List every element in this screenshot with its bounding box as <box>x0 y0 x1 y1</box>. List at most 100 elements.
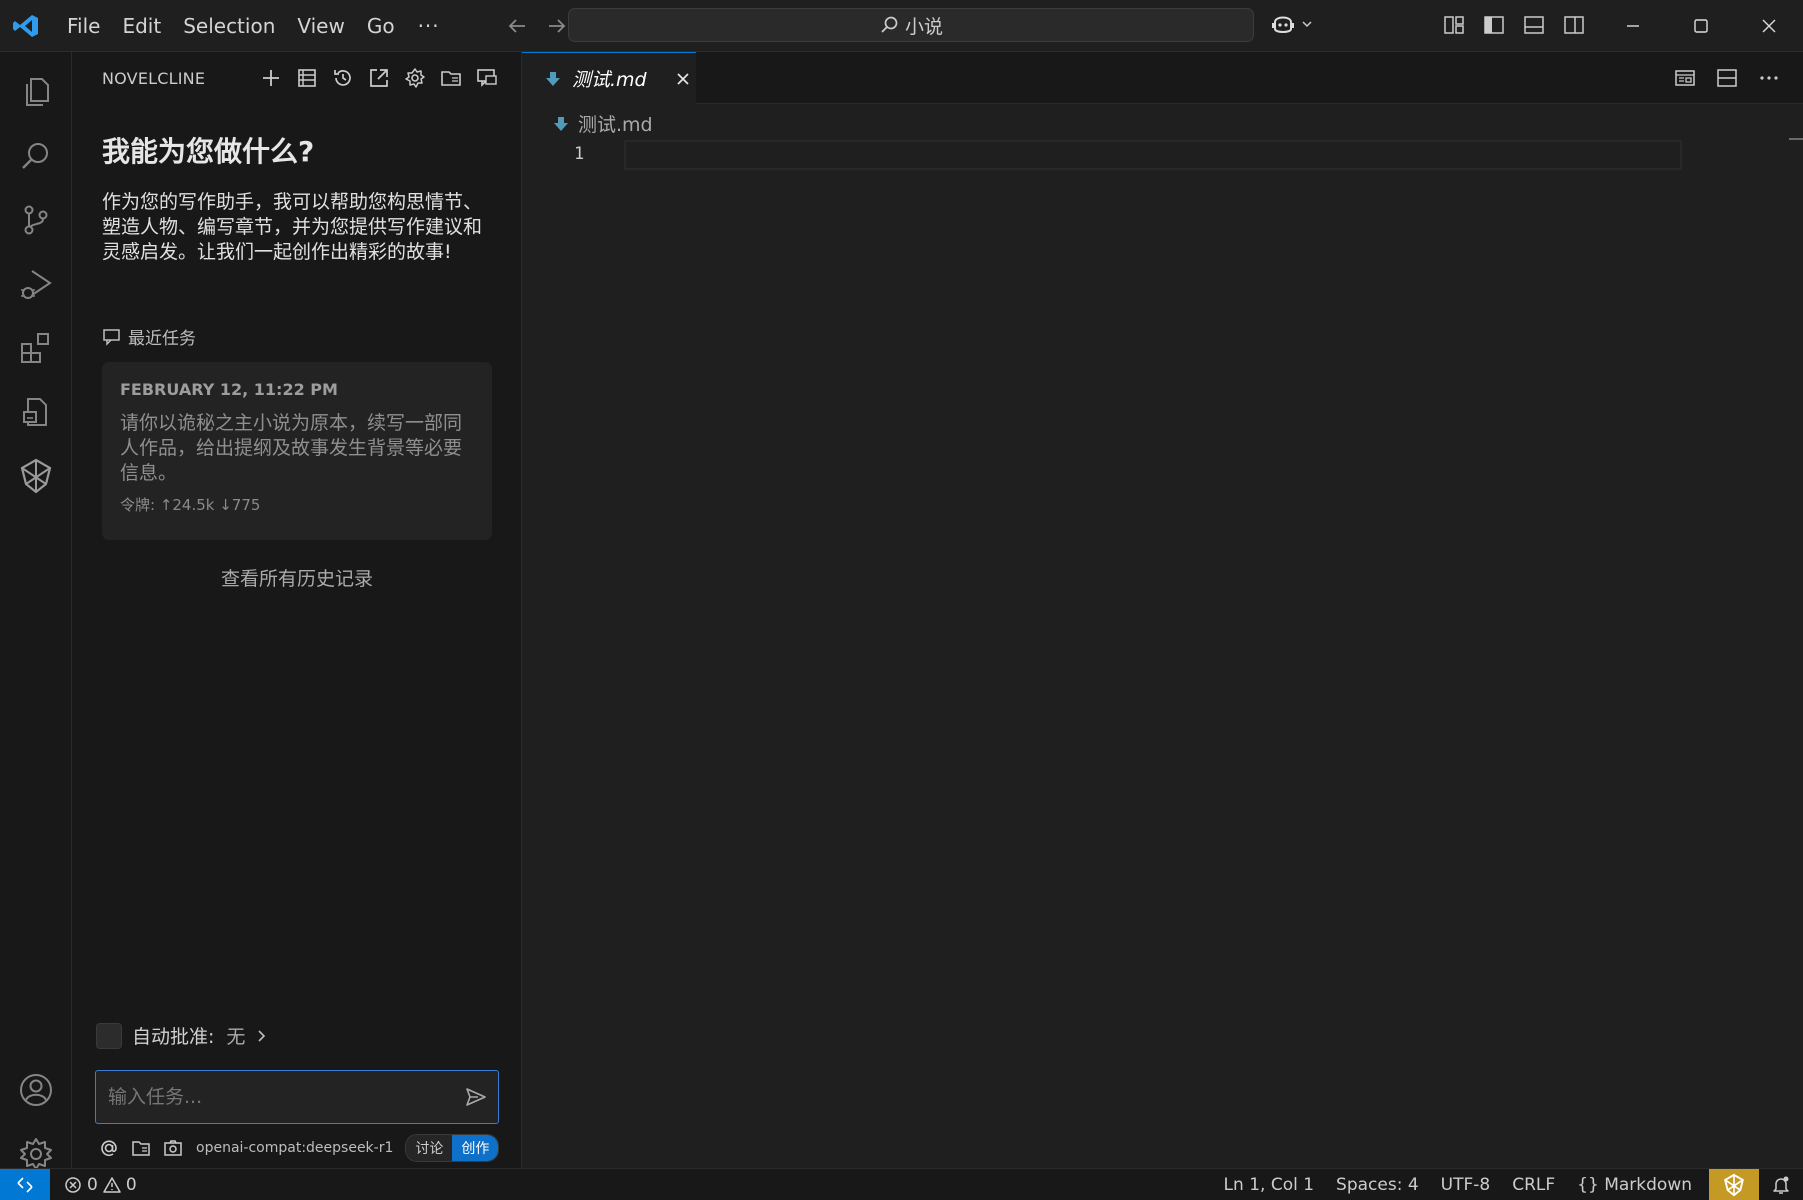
source-control-icon[interactable] <box>0 188 72 252</box>
tab-test-md[interactable]: 测试.md <box>522 52 696 104</box>
command-center-text: 小说 <box>904 15 943 38</box>
welcome-title: 我能为您做什么? <box>102 135 315 168</box>
run-debug-icon[interactable] <box>0 252 72 316</box>
more-actions-icon[interactable] <box>1755 64 1783 92</box>
forward-arrow-icon[interactable] <box>544 13 570 39</box>
maximize-button[interactable] <box>1667 0 1735 52</box>
toggle-primary-sidebar-icon[interactable] <box>1480 11 1508 39</box>
task-input-box <box>95 1070 499 1124</box>
menu-view[interactable]: View <box>286 9 355 43</box>
model-selector[interactable]: openai-compat:deepseek-r1 <box>196 1140 393 1156</box>
panel-settings-icon[interactable] <box>402 65 428 91</box>
account-icon[interactable] <box>0 1058 72 1122</box>
chevron-right-icon <box>255 1028 269 1044</box>
back-arrow-icon[interactable] <box>504 13 530 39</box>
novelcline-panel: NOVELCLINE 我能为您做什么? 作为您的写作助手，我可以帮助您构思情节、… <box>72 52 522 1168</box>
split-editor-icon[interactable] <box>1713 64 1741 92</box>
new-task-icon[interactable] <box>258 65 284 91</box>
auto-approve-row[interactable]: 自动批准: 无 <box>96 1022 269 1049</box>
line-number: 1 <box>574 144 585 164</box>
task-date: FEBRUARY 12, 11:22 PM <box>120 380 338 399</box>
auto-approve-label: 自动批准: <box>132 1026 215 1048</box>
view-all-history-link[interactable]: 查看所有历史记录 <box>102 564 492 591</box>
error-count: 0 <box>87 1174 98 1195</box>
close-tab-icon[interactable] <box>675 71 691 87</box>
camera-icon[interactable] <box>162 1137 184 1159</box>
mode-create-button[interactable]: 创作 <box>452 1135 499 1161</box>
menu-go[interactable]: Go <box>356 9 406 43</box>
task-text: 请你以诡秘之主小说为原本，续写一部同人作品，给出提纲及故事发生背景等必要信息。 <box>120 412 463 484</box>
extensions-icon[interactable] <box>0 316 72 380</box>
chat-icon[interactable] <box>474 65 500 91</box>
editor-area: 测试.md 测试.md 1 <box>522 52 1803 1168</box>
send-icon[interactable] <box>464 1085 488 1109</box>
novelcline-status-icon[interactable] <box>1709 1169 1759 1200</box>
remote-indicator-icon[interactable] <box>0 1168 50 1200</box>
copilot-button[interactable] <box>1270 12 1314 36</box>
tab-label: 测试.md <box>572 69 647 91</box>
minimize-button[interactable] <box>1599 0 1667 52</box>
document-save-icon[interactable] <box>0 380 72 444</box>
markdown-file-icon <box>552 115 570 133</box>
copilot-icon <box>1270 12 1296 36</box>
auto-approve-value: 无 <box>226 1026 246 1048</box>
current-line-highlight <box>624 140 1682 170</box>
breadcrumb[interactable]: 测试.md <box>552 110 653 137</box>
panel-title: NOVELCLINE <box>102 68 206 88</box>
open-preview-icon[interactable] <box>1671 64 1699 92</box>
auto-approve-checkbox[interactable] <box>96 1022 122 1049</box>
mode-toggle: 讨论 创作 <box>405 1134 500 1162</box>
task-input[interactable] <box>108 1081 448 1113</box>
explorer-icon[interactable] <box>0 60 72 124</box>
breadcrumb-file: 测试.md <box>578 114 653 136</box>
welcome-description: 作为您的写作助手，我可以帮助您构思情节、塑造人物、编写章节，并为您提供写作建议和… <box>102 191 483 263</box>
line-endings[interactable]: CRLF <box>1501 1175 1566 1195</box>
history-icon[interactable] <box>330 65 356 91</box>
task-tokens: 令牌: ↑24.5k ↓775 <box>120 496 261 514</box>
search-view-icon[interactable] <box>0 124 72 188</box>
folder-icon[interactable] <box>438 65 464 91</box>
activity-bar <box>0 52 72 1170</box>
indentation[interactable]: Spaces: 4 <box>1325 1175 1430 1195</box>
problems-indicator[interactable]: 0 0 <box>64 1175 137 1195</box>
error-icon <box>64 1176 82 1194</box>
menu-bar: File Edit Selection View Go ··· <box>56 9 452 43</box>
menu-edit[interactable]: Edit <box>111 9 172 43</box>
braces-icon: {} <box>1577 1175 1599 1195</box>
title-bar: File Edit Selection View Go ··· 小说 <box>0 0 1803 52</box>
close-window-button[interactable] <box>1735 0 1803 52</box>
mention-icon[interactable] <box>98 1137 120 1159</box>
mode-discuss-button[interactable]: 讨论 <box>406 1135 453 1161</box>
status-bar: 0 0 Ln 1, Col 1 Spaces: 4 UTF-8 CRLF {} … <box>0 1168 1803 1200</box>
toggle-panel-icon[interactable] <box>1520 11 1548 39</box>
comment-icon <box>102 327 122 347</box>
toggle-secondary-sidebar-icon[interactable] <box>1560 11 1588 39</box>
notifications-bell-icon[interactable] <box>1759 1169 1803 1200</box>
chevron-down-icon <box>1300 17 1314 31</box>
markdown-file-icon <box>544 70 562 88</box>
encoding[interactable]: UTF-8 <box>1430 1175 1502 1195</box>
menu-file[interactable]: File <box>56 9 111 43</box>
recent-tasks-header: 最近任务 <box>102 324 196 349</box>
recent-task-card[interactable]: FEBRUARY 12, 11:22 PM 请你以诡秘之主小说为原本，续写一部同… <box>102 362 492 540</box>
novelcline-extension-icon[interactable] <box>0 444 72 508</box>
menu-selection[interactable]: Selection <box>172 9 286 43</box>
search-icon <box>879 15 899 35</box>
language-mode[interactable]: {} Markdown <box>1566 1175 1703 1195</box>
warning-icon <box>103 1176 121 1194</box>
recent-tasks-label: 最近任务 <box>128 329 196 349</box>
open-in-editor-icon[interactable] <box>366 65 392 91</box>
mcp-servers-icon[interactable] <box>294 65 320 91</box>
customize-layout-icon[interactable] <box>1440 11 1468 39</box>
panel-actions <box>258 65 500 91</box>
command-center-search[interactable]: 小说 <box>568 8 1254 42</box>
warning-count: 0 <box>125 1174 137 1195</box>
add-files-folder-icon[interactable] <box>130 1137 152 1159</box>
input-toolbar: openai-compat:deepseek-r1 讨论 创作 <box>98 1134 500 1162</box>
scrollbar-marker <box>1789 138 1803 140</box>
cursor-position[interactable]: Ln 1, Col 1 <box>1213 1175 1326 1195</box>
editor-tabs: 测试.md <box>522 52 1803 104</box>
vscode-logo-icon[interactable] <box>0 0 52 52</box>
menu-more-button[interactable]: ··· <box>406 14 452 38</box>
language-label: Markdown <box>1604 1175 1692 1195</box>
